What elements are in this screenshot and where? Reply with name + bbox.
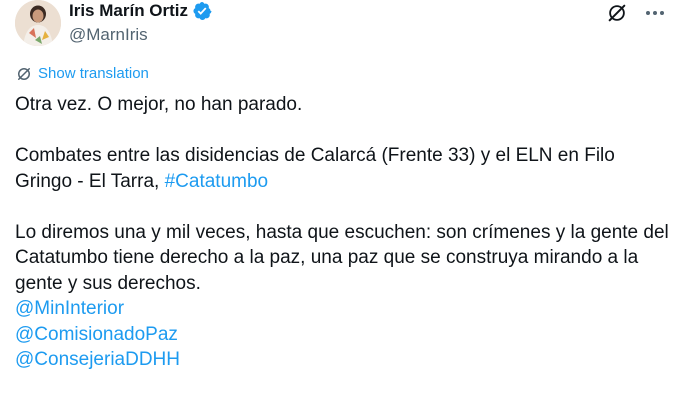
tweet-card: Iris Marín Ortiz @MarnIris Show translat… (0, 0, 680, 401)
hashtag-link[interactable]: #Catatumbo (165, 171, 269, 192)
translate-icon (18, 68, 30, 80)
tweet-paragraph-2-text: Combates entre las disidencias de Calarc… (15, 145, 615, 192)
profile-photo (15, 0, 61, 46)
tweet-text: Otra vez. O mejor, no han parado. Combat… (15, 92, 670, 373)
name-row: Iris Marín Ortiz (69, 0, 589, 22)
grok-slash-icon[interactable] (606, 2, 628, 24)
author-block: Iris Marín Ortiz @MarnIris (69, 0, 589, 46)
mention-link[interactable]: @ComisionadoPaz (15, 322, 670, 348)
show-translation-label: Show translation (38, 65, 149, 82)
mention-link[interactable]: @MinInterior (15, 296, 670, 322)
tweet-actions (606, 2, 666, 24)
display-name[interactable]: Iris Marín Ortiz (69, 0, 188, 22)
ellipsis-icon[interactable] (644, 2, 666, 24)
tweet-paragraph-3: Lo diremos una y mil veces, hasta que es… (15, 221, 669, 294)
show-translation-link[interactable]: Show translation (15, 64, 149, 84)
avatar[interactable] (15, 0, 61, 46)
tweet-line-1: Otra vez. O mejor, no han parado. (15, 94, 303, 115)
handle[interactable]: @MarnIris (69, 24, 589, 46)
verified-badge-icon (193, 2, 212, 20)
mention-link[interactable]: @ConsejeriaDDHH (15, 347, 670, 373)
tweet-paragraph-2: Combates entre las disidencias de Calarc… (15, 143, 670, 194)
